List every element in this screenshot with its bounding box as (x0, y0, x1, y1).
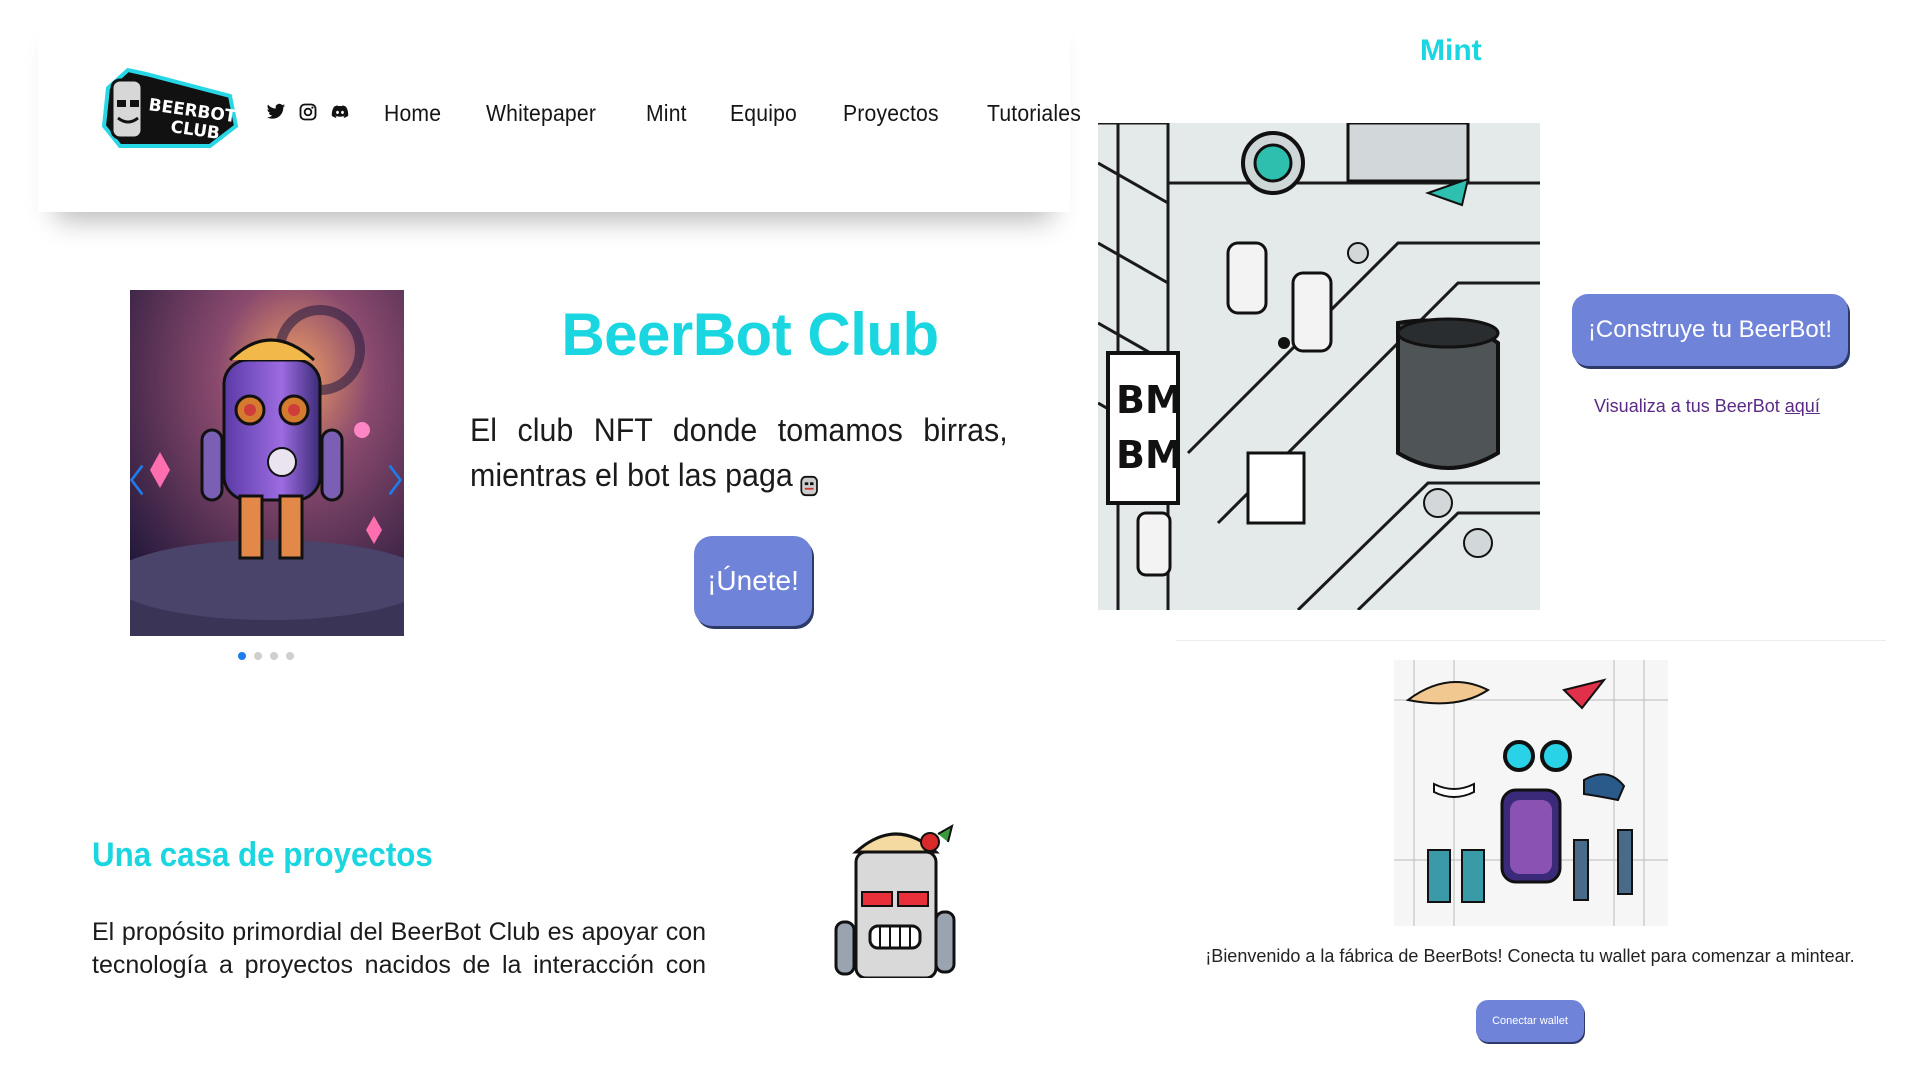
hero-title: BeerBot Club (561, 301, 939, 368)
carousel-slide-image (130, 290, 404, 636)
social-links (266, 102, 352, 124)
beerbot-factory-image: BM BM (1098, 123, 1540, 610)
nav-home[interactable]: Home (384, 100, 441, 127)
nav-proyectos[interactable]: Proyectos (843, 100, 939, 127)
beerbot-emoji-icon (798, 465, 821, 496)
build-beerbot-button[interactable]: ¡Construye tu BeerBot! (1572, 294, 1848, 366)
twitter-icon[interactable] (266, 102, 288, 124)
beerbot-parts-image (1394, 660, 1668, 926)
carousel-dot-1[interactable] (238, 652, 246, 660)
nft-carousel[interactable] (130, 290, 404, 636)
nav-whitepaper[interactable]: Whitepaper (486, 100, 596, 127)
projects-section-title: Una casa de proyectos (92, 836, 433, 874)
carousel-next-arrow[interactable] (380, 452, 410, 508)
beerbot-club-logo[interactable]: BEERBOT CLUB (100, 66, 240, 152)
discord-icon[interactable] (330, 102, 352, 124)
carousel-indicators (238, 652, 294, 660)
mint-welcome-text: ¡Bienvenido a la fábrica de BeerBots! Co… (1205, 946, 1855, 966)
svg-text:BM: BM (1116, 433, 1183, 477)
visualize-here-link[interactable]: aquí (1785, 396, 1820, 416)
nav-mint[interactable]: Mint (646, 100, 687, 127)
visualize-text: Visualiza a tus BeerBot (1594, 396, 1785, 416)
mint-title: Mint (1420, 34, 1482, 67)
beerbot-mascot-image (826, 822, 966, 978)
join-button[interactable]: ¡Únete! (694, 536, 812, 626)
section-divider (1176, 640, 1886, 641)
carousel-prev-arrow[interactable] (122, 452, 152, 508)
carousel-dot-2[interactable] (254, 652, 262, 660)
hero-description-text: El club NFT donde tomamos birras, mientr… (470, 412, 1008, 493)
instagram-icon[interactable] (298, 102, 320, 124)
projects-section-text: El propósito primordial del BeerBot Club… (92, 918, 706, 978)
hero-description: El club NFT donde tomamos birras, mientr… (470, 408, 1008, 498)
nav-tutoriales[interactable]: Tutoriales (987, 100, 1081, 127)
carousel-dot-3[interactable] (270, 652, 278, 660)
connect-wallet-button[interactable]: Conectar wallet (1476, 1000, 1584, 1042)
main-nav: Home Whitepaper Mint Equipo Proyectos Tu… (384, 100, 1089, 127)
carousel-dot-4[interactable] (286, 652, 294, 660)
visualize-beerbots-text: Visualiza a tus BeerBot aquí (1594, 396, 1820, 417)
site-header: BEERBOT CLUB Home Whitepaper Mint Equipo… (38, 0, 1081, 212)
nav-equipo[interactable]: Equipo (730, 100, 797, 127)
svg-text:BM: BM (1116, 378, 1183, 422)
